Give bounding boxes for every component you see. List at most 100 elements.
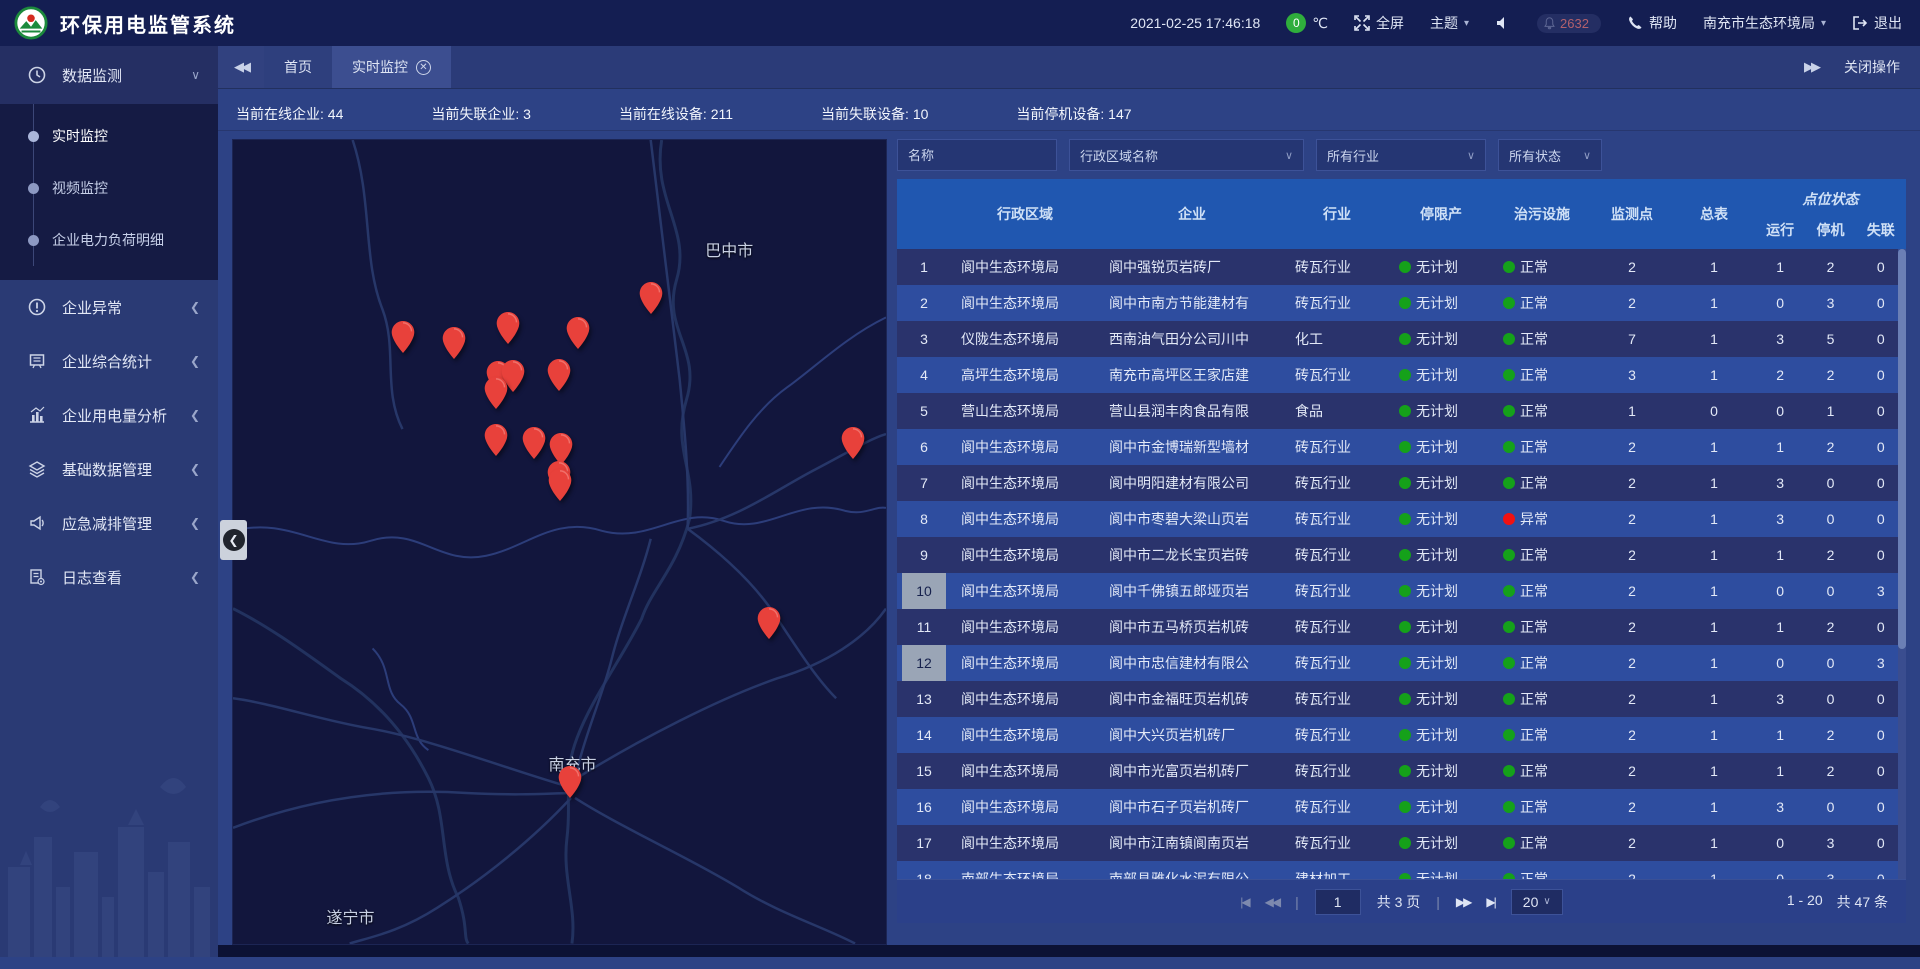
- map-pin-4[interactable]: [639, 282, 662, 314]
- help-button[interactable]: 帮助: [1627, 13, 1677, 33]
- cell-points: 1: [1591, 393, 1673, 429]
- tab-home[interactable]: 首页: [264, 46, 332, 88]
- table-row-13[interactable]: 13阆中生态环境局阆中市金福旺页岩机砖砖瓦行业无计划正常21300: [897, 681, 1906, 717]
- table-row-10[interactable]: 10阆中生态环境局阆中千佛镇五郎垭页岩砖瓦行业无计划正常21003: [897, 573, 1906, 609]
- cell-index: 15: [897, 753, 951, 789]
- region-select[interactable]: 行政区域名称 ∨: [1069, 139, 1304, 171]
- cell-limit-status: 无计划: [1389, 825, 1493, 861]
- name-filter-input[interactable]: [897, 139, 1057, 171]
- cell-region: 阆中生态环境局: [951, 537, 1099, 573]
- table-row-11[interactable]: 11阆中生态环境局阆中市五马桥页岩机砖砖瓦行业无计划正常21120: [897, 609, 1906, 645]
- next-page-button[interactable]: ▶▶: [1456, 895, 1470, 909]
- page-number-input[interactable]: 1: [1315, 889, 1361, 915]
- notifications-button[interactable]: 2632: [1537, 14, 1601, 33]
- status-dot-icon: [1503, 261, 1515, 273]
- cell-stop: 0: [1805, 789, 1855, 825]
- tab-realtime-monitor[interactable]: 实时监控 ✕: [332, 46, 451, 88]
- cell-meters: 0: [1673, 393, 1755, 429]
- sidebar-item-企业电力负荷明细[interactable]: 企业电力负荷明细: [0, 214, 218, 266]
- cell-limit-status: 无计划: [1389, 357, 1493, 393]
- theme-dropdown[interactable]: 主题▾: [1430, 13, 1469, 33]
- cell-points: 2: [1591, 429, 1673, 465]
- status-select[interactable]: 所有状态 ∨: [1498, 139, 1602, 171]
- table-row-6[interactable]: 6阆中生态环境局阆中市金博瑞新型墙材砖瓦行业无计划正常21120: [897, 429, 1906, 465]
- name-input[interactable]: [908, 148, 1046, 163]
- page-size-select[interactable]: 20 ∨: [1511, 889, 1563, 915]
- industry-select[interactable]: 所有行业 ∨: [1316, 139, 1486, 171]
- cell-index: 13: [897, 681, 951, 717]
- sidebar-item-实时监控[interactable]: 实时监控: [0, 110, 218, 162]
- map-pin-2[interactable]: [496, 312, 519, 344]
- cell-region: 阆中生态环境局: [951, 681, 1099, 717]
- cell-points: 2: [1591, 249, 1673, 285]
- mute-button[interactable]: [1495, 15, 1511, 31]
- table-row-16[interactable]: 16阆中生态环境局阆中市石子页岩机砖厂砖瓦行业无计划正常21300: [897, 789, 1906, 825]
- filters-bar: 行政区域名称 ∨ 所有行业 ∨ 所有状态 ∨: [897, 139, 1906, 171]
- org-dropdown[interactable]: 南充市生态环境局▾: [1703, 13, 1826, 33]
- map-collapse-button[interactable]: ❮: [220, 520, 247, 560]
- cell-points: 2: [1591, 717, 1673, 753]
- cell-region: 仪陇生态环境局: [951, 321, 1099, 357]
- tabs-scroll-right-button[interactable]: ▶▶: [1804, 59, 1818, 75]
- map-pin-16[interactable]: [558, 766, 581, 798]
- sidebar-group-1[interactable]: 企业异常❮: [0, 280, 218, 334]
- table-row-4[interactable]: 4高坪生态环境局南充市高坪区王家店建砖瓦行业无计划正常31220: [897, 357, 1906, 393]
- tabs-scroll-left-button[interactable]: ◀◀: [218, 46, 264, 88]
- map-pin-15[interactable]: [758, 607, 781, 639]
- cell-facility-status: 正常: [1493, 429, 1591, 465]
- cell-meters: 1: [1673, 681, 1755, 717]
- logout-button[interactable]: 退出: [1852, 13, 1902, 33]
- cell-industry: 砖瓦行业: [1285, 609, 1389, 645]
- top-header: 环保用电监管系统 2021-02-25 17:46:18 0 ℃ 全屏 主题▾: [0, 0, 1920, 46]
- cell-stop: 3: [1805, 861, 1855, 879]
- map-pin-9[interactable]: [523, 427, 546, 459]
- sidebar-group-5[interactable]: 应急减排管理❮: [0, 496, 218, 550]
- sidebar-group-0[interactable]: 数据监测∨: [0, 46, 218, 104]
- map-pin-11[interactable]: [484, 424, 507, 456]
- map-pin-14[interactable]: [842, 427, 865, 459]
- cell-meters: 1: [1673, 285, 1755, 321]
- chevron-left-icon: ❮: [190, 516, 200, 530]
- sidebar-group-3[interactable]: 企业用电量分析❮: [0, 388, 218, 442]
- sidebar-group-2[interactable]: 企业综合统计❮: [0, 334, 218, 388]
- cell-facility-status: 正常: [1493, 357, 1591, 393]
- table-row-1[interactable]: 1阆中生态环境局阆中强锐页岩砖厂砖瓦行业无计划正常21120: [897, 249, 1906, 285]
- table-row-14[interactable]: 14阆中生态环境局阆中大兴页岩机砖厂砖瓦行业无计划正常21120: [897, 717, 1906, 753]
- cell-index: 1: [897, 249, 951, 285]
- map-pin-8[interactable]: [484, 377, 507, 409]
- fullscreen-button[interactable]: 全屏: [1354, 13, 1404, 33]
- table-row-2[interactable]: 2阆中生态环境局阆中市南方节能建材有砖瓦行业无计划正常21030: [897, 285, 1906, 321]
- table-row-5[interactable]: 5营山生态环境局营山县润丰肉食品有限食品无计划正常10010: [897, 393, 1906, 429]
- table-row-8[interactable]: 8阆中生态环境局阆中市枣碧大梁山页岩砖瓦行业无计划异常21300: [897, 501, 1906, 537]
- sidebar-group-4[interactable]: 基础数据管理❮: [0, 442, 218, 496]
- cell-facility-status: 正常: [1493, 285, 1591, 321]
- sidebar-item-视频监控[interactable]: 视频监控: [0, 162, 218, 214]
- table-row-9[interactable]: 9阆中生态环境局阆中市二龙长宝页岩砖砖瓦行业无计划正常21120: [897, 537, 1906, 573]
- table-scrollbar[interactable]: [1898, 249, 1906, 879]
- sidebar-group-6[interactable]: 日志查看❮: [0, 550, 218, 604]
- app-title: 环保用电监管系统: [60, 9, 236, 38]
- map-pin-1[interactable]: [442, 327, 465, 359]
- close-tab-icon[interactable]: ✕: [416, 60, 431, 75]
- close-operations-button[interactable]: 关闭操作: [1844, 57, 1900, 77]
- cell-index: 11: [897, 609, 951, 645]
- cell-region: 阆中生态环境局: [951, 573, 1099, 609]
- table-row-15[interactable]: 15阆中生态环境局阆中市光富页岩机砖厂砖瓦行业无计划正常21120: [897, 753, 1906, 789]
- table-row-18[interactable]: 18南部生态环境局南部县雅化水泥有限公建材加工无计划正常21030: [897, 861, 1906, 879]
- status-dot-icon: [1399, 477, 1411, 489]
- map-pin-13[interactable]: [549, 469, 572, 501]
- cell-company: 阆中市金福旺页岩机砖: [1099, 681, 1285, 717]
- last-page-button[interactable]: ▶|: [1486, 895, 1494, 909]
- table-row-7[interactable]: 7阆中生态环境局阆中明阳建材有限公司砖瓦行业无计划正常21300: [897, 465, 1906, 501]
- status-dot-icon: [1503, 441, 1515, 453]
- map-panel[interactable]: 巴中市南充市遂宁市 ❮: [232, 139, 887, 945]
- table-row-12[interactable]: 12阆中生态环境局阆中市忠信建材有限公砖瓦行业无计划正常21003: [897, 645, 1906, 681]
- table-row-3[interactable]: 3仪陇生态环境局西南油气田分公司川中化工无计划正常71350: [897, 321, 1906, 357]
- map-pin-7[interactable]: [547, 359, 570, 391]
- chevron-down-icon: ▾: [1464, 18, 1469, 29]
- map-pin-3[interactable]: [566, 317, 589, 349]
- map-pin-0[interactable]: [391, 321, 414, 353]
- table-row-17[interactable]: 17阆中生态环境局阆中市江南镇阆南页岩砖瓦行业无计划正常21030: [897, 825, 1906, 861]
- prev-page-button[interactable]: ◀◀: [1265, 895, 1279, 909]
- first-page-button[interactable]: |◀: [1240, 895, 1248, 909]
